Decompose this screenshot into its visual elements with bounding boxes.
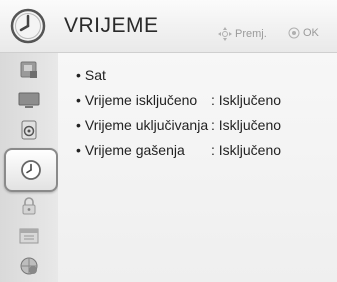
time-settings-panel: VRIJEME Premj. OK • Sat • Vrijeme isklju… (0, 0, 337, 282)
calendar-icon (19, 228, 39, 244)
menu-item-value: : Isključeno (211, 117, 282, 133)
menu-item-label: Sat (84, 67, 106, 83)
menu-item-label: Vrijeme isključeno (84, 92, 198, 108)
menu-item-label: Vrijeme gašenja (84, 142, 185, 158)
sidebar-item-audio[interactable] (6, 117, 52, 143)
screen-icon (18, 92, 40, 108)
sidebar (0, 53, 58, 282)
sidebar-item-screen[interactable] (6, 87, 52, 113)
bullet: • (76, 67, 81, 83)
page-title: VRIJEME (64, 14, 159, 37)
bullet: • (76, 92, 81, 108)
clock-icon (10, 8, 46, 44)
speaker-icon (21, 120, 37, 140)
menu-item-on-time[interactable]: • Vrijeme uključivanja : Isključeno (76, 117, 281, 133)
time-menu: • Sat • Vrijeme isključeno : Isključeno … (58, 53, 337, 282)
navigation-arrows-icon (218, 27, 232, 41)
menu-item-off-time[interactable]: • Vrijeme isključeno : Isključeno (76, 92, 281, 108)
picture-icon (20, 61, 37, 78)
network-icon (20, 257, 38, 275)
hint-move-label: Premj. (235, 28, 267, 40)
menu-item-value: : Isključeno (211, 142, 282, 158)
lock-icon (22, 197, 36, 215)
menu-item-sleep-timer[interactable]: • Vrijeme gašenja : Isključeno (76, 142, 281, 158)
sidebar-item-network[interactable] (6, 253, 52, 279)
hint-move: Premj. (218, 27, 267, 41)
sidebar-item-time[interactable] (4, 148, 58, 192)
header: VRIJEME Premj. OK (0, 0, 337, 53)
menu-item-label: Vrijeme uključivanja (84, 117, 209, 133)
menu-item-clock[interactable]: • Sat (76, 67, 106, 83)
hint-ok-label: OK (303, 27, 319, 39)
sidebar-item-options[interactable] (6, 223, 52, 249)
menu-item-value: : Isključeno (211, 92, 282, 108)
sidebar-item-picture[interactable] (6, 57, 52, 83)
sidebar-item-lock[interactable] (6, 193, 52, 219)
hint-ok: OK (288, 27, 319, 39)
clock-icon (21, 160, 41, 180)
bullet: • (76, 142, 81, 158)
ok-button-icon (288, 27, 300, 39)
bullet: • (76, 117, 81, 133)
